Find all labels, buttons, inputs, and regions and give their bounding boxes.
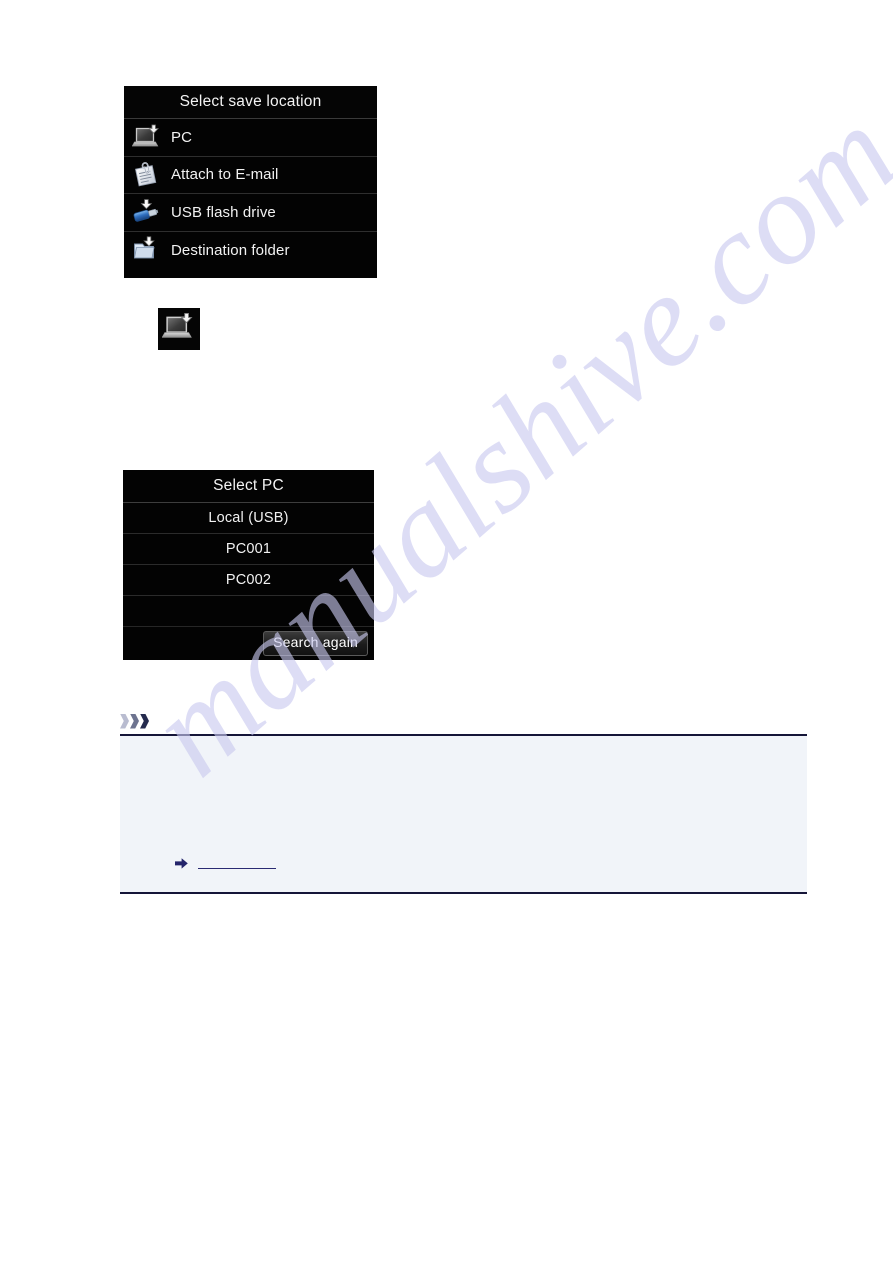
save-location-list: PC Attach to E-mail USB flash drive Dest… — [124, 119, 377, 269]
laptop-download-icon — [132, 123, 162, 151]
select-save-location-screen: Select save location PC Attach to E-mail… — [124, 86, 377, 278]
list-item-pc[interactable]: PC — [124, 119, 377, 157]
list-item-empty[interactable] — [123, 596, 374, 627]
list-item-label: Destination folder — [171, 241, 290, 259]
list-item-usb-flash-drive[interactable]: USB flash drive — [124, 194, 377, 232]
note-callout — [120, 708, 807, 894]
search-again-button[interactable]: Search again — [263, 631, 368, 656]
list-item-pc001[interactable]: PC001 — [123, 534, 374, 565]
list-item-label: USB flash drive — [171, 203, 276, 221]
pc-list: Local (USB) PC001 PC002 — [123, 503, 374, 627]
usb-flash-drive-icon — [132, 198, 162, 226]
standalone-laptop-download-icon-tile — [158, 308, 200, 350]
list-item-label: Attach to E-mail — [171, 166, 279, 184]
list-item-label: PC001 — [225, 541, 272, 557]
select-pc-title: Select PC — [123, 470, 374, 503]
list-item-pc002[interactable]: PC002 — [123, 565, 374, 596]
list-item-destination-folder[interactable]: Destination folder — [124, 232, 377, 270]
chevron-right-icon — [120, 713, 129, 729]
document-paperclip-icon — [132, 161, 162, 189]
list-item-attach-to-email[interactable]: Attach to E-mail — [124, 157, 377, 194]
list-item-label: PC002 — [225, 572, 272, 588]
note-panel — [120, 734, 807, 894]
arrow-right-icon — [175, 856, 188, 869]
chevron-right-icon — [130, 713, 139, 729]
chevron-right-icon — [140, 713, 149, 729]
folder-download-icon — [132, 236, 162, 264]
select-pc-footer: Search again — [123, 627, 374, 660]
select-save-location-title: Select save location — [124, 86, 377, 119]
note-heading — [120, 708, 807, 734]
list-item-local-usb[interactable]: Local (USB) — [123, 503, 374, 534]
laptop-download-icon — [161, 311, 196, 348]
list-item-label: PC — [171, 128, 193, 146]
select-pc-screen: Select PC Local (USB) PC001 PC002 Search… — [123, 470, 374, 660]
note-reference-link[interactable] — [198, 854, 276, 869]
list-item-label: Local (USB) — [208, 510, 289, 526]
note-link-row — [175, 854, 276, 869]
